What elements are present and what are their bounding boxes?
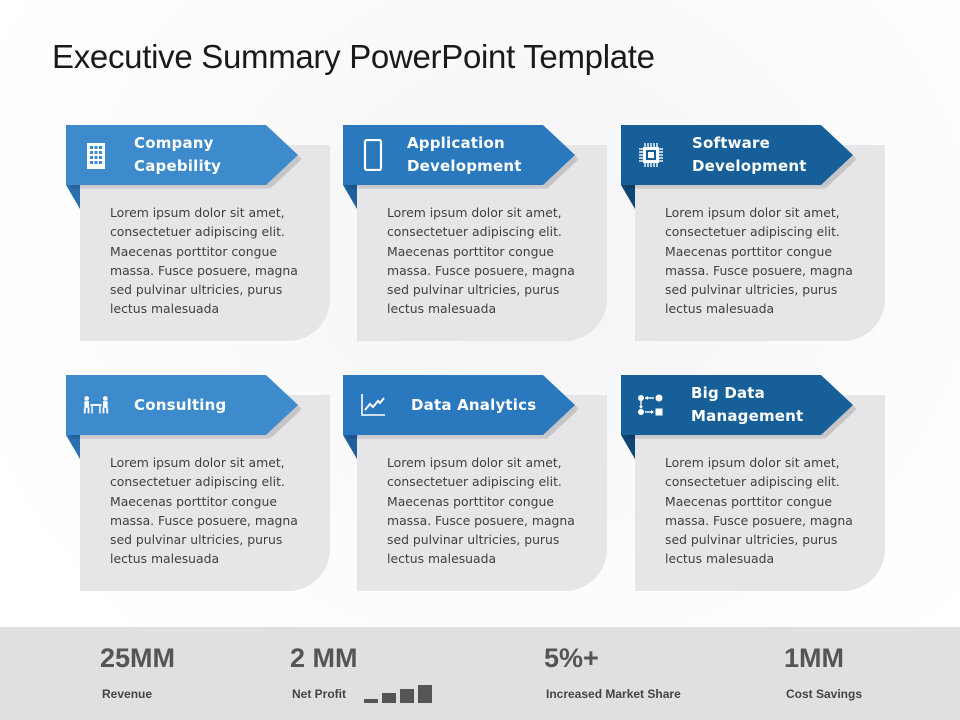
data-flow-icon (637, 391, 665, 419)
growth-bar (382, 693, 396, 703)
card-title: Big Data Management (691, 375, 831, 435)
card-data-analytics: Data Analytics Lorem ipsum dolor sit ame… (343, 375, 633, 595)
card-software-development: Software Development Lorem ipsum dolor s… (621, 125, 911, 345)
card-big-data-management: Big Data Management Lorem ipsum dolor si… (621, 375, 911, 595)
card-consulting: Consulting Lorem ipsum dolor sit amet, c… (66, 375, 356, 595)
stat-value: 5%+ (544, 643, 599, 673)
card-description: Lorem ipsum dolor sit amet, consectetuer… (110, 455, 298, 567)
stat-caption: Revenue (102, 687, 153, 701)
slide-title: Executive Summary PowerPoint Template (52, 38, 655, 75)
stat-caption: Cost Savings (786, 687, 863, 701)
meeting-icon (82, 391, 110, 419)
card-description: Lorem ipsum dolor sit amet, consectetuer… (665, 455, 853, 567)
stat-caption: Increased Market Share (546, 687, 681, 701)
card-title: Software Development (692, 125, 832, 185)
card-title-text: Company Capebility (134, 134, 222, 175)
stat-value: 1MM (784, 643, 844, 673)
growth-bar (418, 685, 432, 703)
card-description: Lorem ipsum dolor sit amet, consectetuer… (387, 455, 575, 567)
card-company-capability: Company Capebility Lorem ipsum dolor sit… (66, 125, 356, 345)
card-title: Data Analytics (411, 375, 551, 435)
smartphone-icon (359, 139, 387, 171)
stat-value: 2 MM (290, 643, 358, 673)
chip-icon (637, 141, 665, 169)
card-title: Consulting (134, 375, 274, 435)
card-title-text: Consulting (134, 395, 227, 414)
card-title-text: Data Analytics (411, 395, 537, 414)
growth-bar (364, 699, 378, 703)
stats-footer: 25MM Revenue 2 MM Net Profit 5%+ Increas… (0, 627, 960, 720)
bar-growth-icon (364, 683, 434, 703)
card-description: Lorem ipsum dolor sit amet, consectetuer… (665, 205, 853, 317)
card-title-text: Application Development (407, 134, 522, 175)
card-title: Company Capebility (134, 125, 274, 185)
card-description: Lorem ipsum dolor sit amet, consectetuer… (110, 205, 298, 317)
growth-bar (400, 689, 414, 703)
building-icon (82, 141, 110, 169)
card-title-text: Big Data Management (691, 384, 804, 425)
stat-value: 25MM (100, 643, 176, 673)
card-title-text: Software Development (692, 134, 807, 175)
card-application-development: Application Development Lorem ipsum dolo… (343, 125, 633, 345)
line-chart-icon (359, 391, 387, 419)
card-title: Application Development (407, 125, 547, 185)
card-description: Lorem ipsum dolor sit amet, consectetuer… (387, 205, 575, 317)
stat-caption: Net Profit (292, 687, 346, 701)
